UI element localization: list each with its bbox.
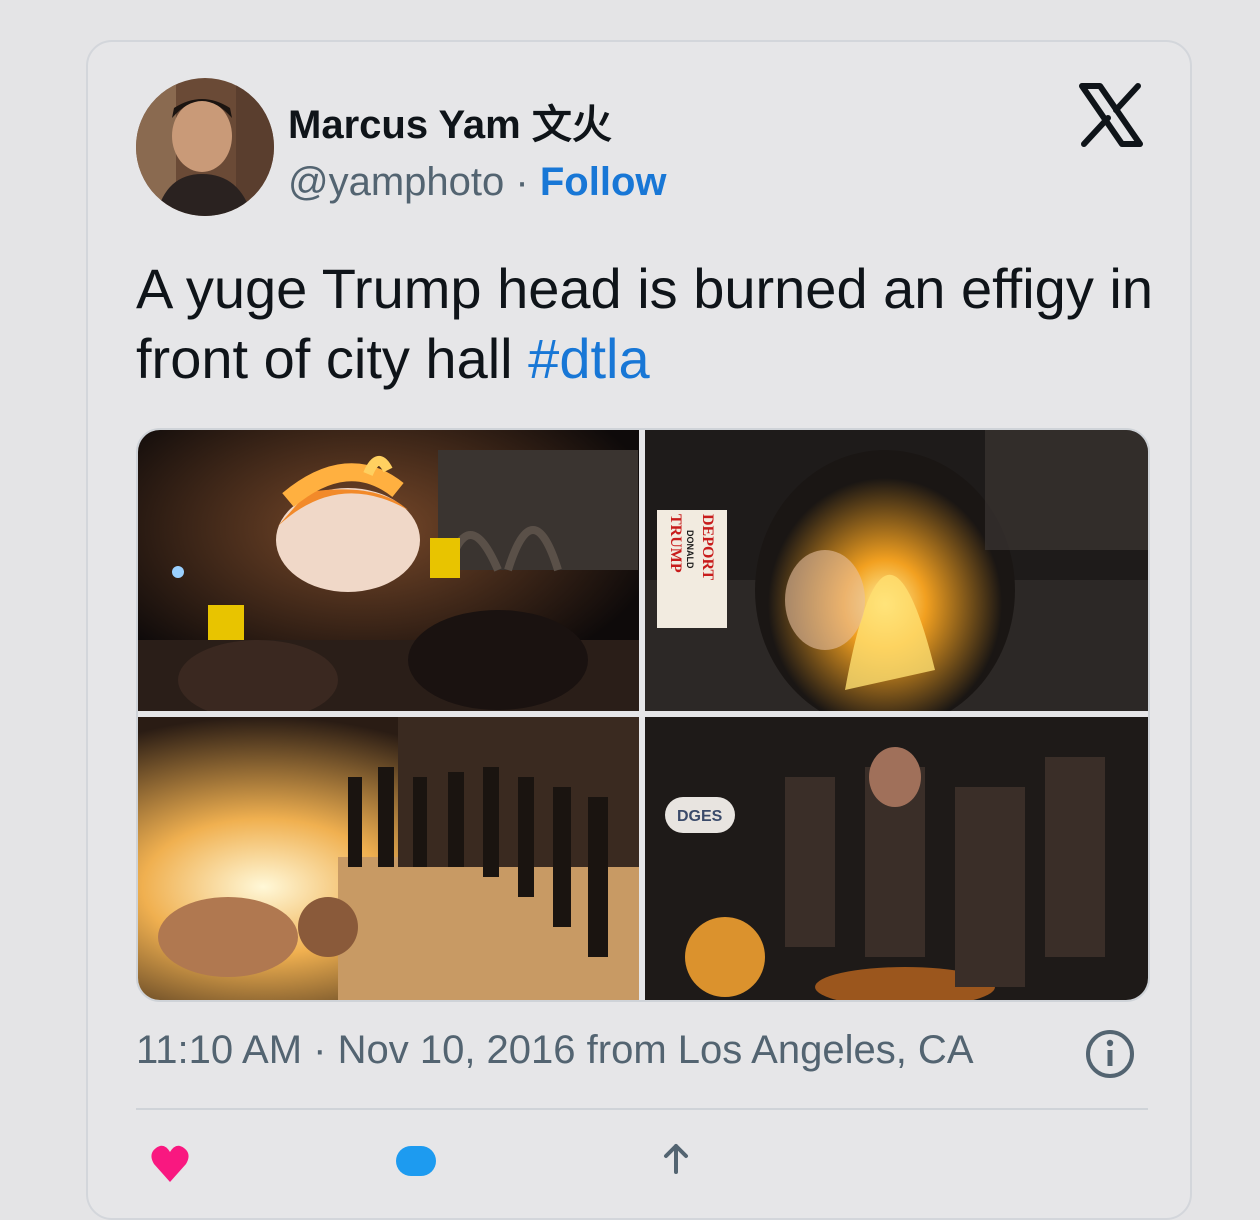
tweet-card: Marcus Yam 文火 @yamphoto · Follow A yuge … [86, 40, 1192, 1220]
timestamp[interactable]: 11:10 AM · Nov 10, 2016 from Los Angeles… [136, 1028, 974, 1073]
separator-dot: · [515, 160, 529, 204]
handle-row: @yamphoto · Follow [288, 160, 667, 205]
sign-text-1: DEPORT [699, 514, 716, 580]
x-logo-icon[interactable] [1078, 82, 1144, 148]
reply-icon[interactable] [394, 1142, 438, 1186]
photo-4[interactable]: DGES [645, 717, 1148, 1000]
avatar-image [136, 78, 274, 216]
author-handle[interactable]: @yamphoto [288, 160, 504, 204]
author-name[interactable]: Marcus Yam 文火 [288, 92, 612, 150]
photo-3[interactable] [138, 717, 639, 1000]
sign-text-3: TRUMP [667, 514, 684, 573]
sign-text-2: DONALD [685, 530, 695, 569]
heart-icon[interactable] [148, 1142, 192, 1186]
divider [136, 1108, 1148, 1110]
share-icon[interactable] [654, 1142, 698, 1186]
photo-1[interactable] [138, 430, 639, 711]
follow-button[interactable]: Follow [540, 160, 667, 204]
info-icon[interactable] [1084, 1028, 1136, 1080]
photo-2[interactable]: DEPORT DONALD TRUMP [645, 430, 1148, 711]
media-grid: DEPORT DONALD TRUMP DGES [136, 428, 1150, 1002]
hashtag-link[interactable]: #dtla [528, 327, 649, 390]
board-text: DGES [677, 808, 723, 825]
avatar[interactable] [136, 78, 274, 216]
tweet-text: A yuge Trump head is burned an effigy in… [136, 254, 1156, 394]
